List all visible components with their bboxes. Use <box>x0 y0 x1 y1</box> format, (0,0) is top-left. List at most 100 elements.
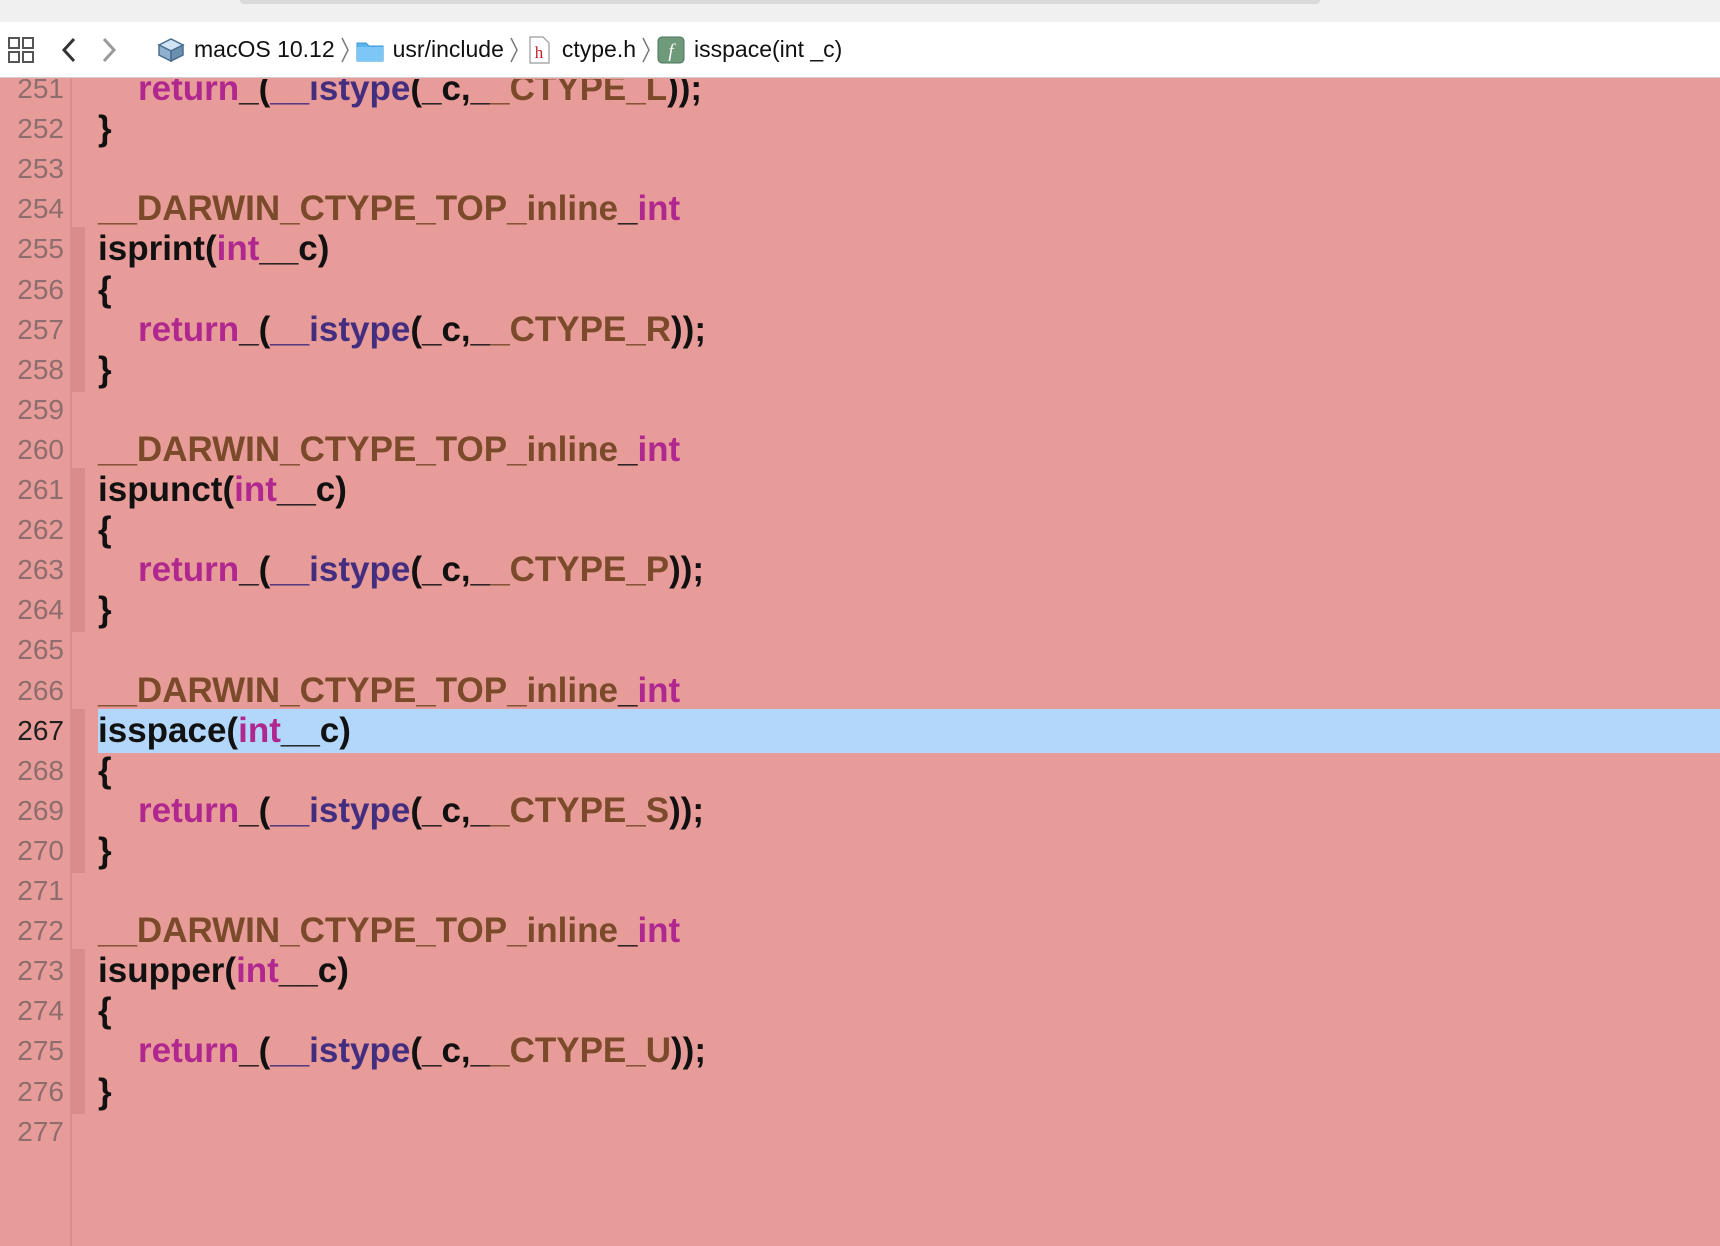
code-fold-ribbon[interactable] <box>72 1069 85 1114</box>
forward-button[interactable] <box>92 30 126 70</box>
window-top-strip <box>0 0 1720 23</box>
code-line[interactable]: 274 { <box>0 989 1720 1034</box>
code-token: _ <box>617 189 638 229</box>
code-token: (_c,_ <box>410 309 491 349</box>
line-number: 272 <box>17 915 64 947</box>
code-line[interactable]: 255 isprint(int__c) <box>0 227 1720 272</box>
code-line[interactable]: 269 return_(__istype(_c,__CTYPE_S)); <box>0 788 1720 833</box>
code-text: __DARWIN_CTYPE_TOP_inline_int <box>98 909 680 953</box>
code-text: isprint(int__c) <box>98 227 329 271</box>
line-number: 275 <box>17 1035 64 1067</box>
code-line[interactable]: 272 __DARWIN_CTYPE_TOP_inline_int <box>0 909 1720 953</box>
code-line[interactable]: 271 <box>0 869 1720 913</box>
code-fold-ribbon[interactable] <box>72 548 85 593</box>
code-token: )); <box>671 1031 706 1071</box>
code-line[interactable]: 258} <box>0 347 1720 392</box>
code-line[interactable]: 266 __DARWIN_CTYPE_TOP_inline_int <box>0 669 1720 713</box>
code-text: { <box>98 749 112 793</box>
code-line[interactable]: 268 { <box>0 748 1720 793</box>
breadcrumb: macOS 10.12 usr/include h ctype.h f issp… <box>156 22 842 77</box>
code-token: isupper( <box>98 951 237 991</box>
jump-bar: macOS 10.12 usr/include h ctype.h f issp… <box>0 22 1720 78</box>
breadcrumb-label: usr/include <box>392 36 504 62</box>
code-text: } <box>98 829 112 873</box>
code-fold-ribbon[interactable] <box>72 307 85 352</box>
code-text: __DARWIN_CTYPE_TOP_inline_int <box>98 669 680 713</box>
line-number: 274 <box>17 995 64 1027</box>
code-text: { <box>98 508 112 552</box>
breadcrumb-label: macOS 10.12 <box>194 36 335 62</box>
code-line[interactable]: 257 return_(__istype(_c,__CTYPE_R)); <box>0 307 1720 352</box>
code-line[interactable]: 270} <box>0 828 1720 873</box>
line-number: 267 <box>17 714 64 746</box>
code-token: _CTYPE_R <box>490 309 672 349</box>
chevron-left-icon <box>61 37 76 62</box>
breadcrumb-function[interactable]: f isspace(int _c) <box>656 30 842 70</box>
code-fold-ribbon[interactable] <box>72 828 85 873</box>
breadcrumb-separator <box>335 30 355 70</box>
line-number: 269 <box>17 794 64 826</box>
code-fold-ribbon[interactable] <box>72 508 85 553</box>
code-line[interactable]: 252} <box>0 107 1720 151</box>
code-text: ispunct(int__c) <box>98 468 347 512</box>
code-fold-ribbon[interactable] <box>72 748 85 793</box>
line-number: 255 <box>17 233 64 265</box>
chevron-separator-icon <box>510 37 518 62</box>
code-line[interactable]: 273 isupper(int__c) <box>0 949 1720 994</box>
code-line[interactable]: 276} <box>0 1069 1720 1114</box>
code-line[interactable]: 259 <box>0 388 1720 432</box>
grid-icon <box>8 36 34 63</box>
back-button[interactable] <box>52 30 86 70</box>
code-fold-ribbon[interactable] <box>72 989 85 1034</box>
breadcrumb-folder[interactable]: usr/include <box>355 30 504 70</box>
code-line[interactable]: 267 isspace(int__c) <box>0 708 1720 753</box>
source-editor[interactable]: 251 return_(__istype(_c,__CTYPE_L)); 252} 2… <box>0 79 1720 1246</box>
folder-icon <box>355 35 385 65</box>
breadcrumb-file[interactable]: h ctype.h <box>524 30 636 70</box>
code-line[interactable]: 262 { <box>0 508 1720 553</box>
code-token: __istype <box>270 550 411 590</box>
code-line[interactable]: 253 <box>0 147 1720 191</box>
code-line[interactable]: 264} <box>0 588 1720 633</box>
breadcrumb-sdk[interactable]: macOS 10.12 <box>156 30 335 70</box>
code-token: { <box>98 750 112 790</box>
line-number: 256 <box>17 273 64 305</box>
code-token: __istype <box>270 79 411 108</box>
code-token: __c) <box>276 470 347 509</box>
code-token: __DARWIN_CTYPE_TOP_inline <box>98 911 618 951</box>
code-line[interactable]: 254 __DARWIN_CTYPE_TOP_inline_int <box>0 187 1720 231</box>
code-fold-ribbon[interactable] <box>72 1029 85 1074</box>
code-token: _( <box>239 790 271 830</box>
code-token: _( <box>239 550 271 590</box>
code-line[interactable]: 256 { <box>0 267 1720 312</box>
code-fold-ribbon[interactable] <box>72 788 85 833</box>
code-fold-ribbon[interactable] <box>72 347 85 392</box>
line-number: 259 <box>17 393 64 425</box>
code-line[interactable]: 260 __DARWIN_CTYPE_TOP_inline_int <box>0 428 1720 472</box>
code-line[interactable]: 275 return_(__istype(_c,__CTYPE_U)); <box>0 1029 1720 1074</box>
code-fold-ribbon[interactable] <box>72 468 85 512</box>
code-fold-ribbon[interactable] <box>72 588 85 633</box>
code-token: return <box>138 790 240 830</box>
code-fold-ribbon[interactable] <box>72 708 85 753</box>
code-token: return <box>138 1031 240 1071</box>
code-token: int <box>637 670 681 710</box>
line-number: 253 <box>17 153 64 185</box>
line-number: 264 <box>17 594 64 626</box>
code-text: __DARWIN_CTYPE_TOP_inline_int <box>98 428 680 472</box>
code-fold-ribbon[interactable] <box>72 949 85 994</box>
code-token: _( <box>239 1031 271 1071</box>
related-items-button[interactable] <box>4 30 38 70</box>
code-fold-ribbon[interactable] <box>72 227 85 272</box>
code-token: } <box>98 109 112 149</box>
line-number: 257 <box>17 313 64 345</box>
code-token: _ <box>617 670 638 710</box>
code-line[interactable]: 263 return_(__istype(_c,__CTYPE_P)); <box>0 548 1720 593</box>
code-line[interactable]: 261 ispunct(int__c) <box>0 468 1720 512</box>
code-fold-ribbon[interactable] <box>72 267 85 312</box>
code-text: return_(__istype(_c,__CTYPE_R)); <box>138 308 706 352</box>
line-number: 261 <box>17 474 64 505</box>
code-line[interactable]: 265 <box>0 628 1720 672</box>
code-token: isspace( <box>98 710 239 750</box>
code-line[interactable]: 277 <box>0 1110 1720 1154</box>
